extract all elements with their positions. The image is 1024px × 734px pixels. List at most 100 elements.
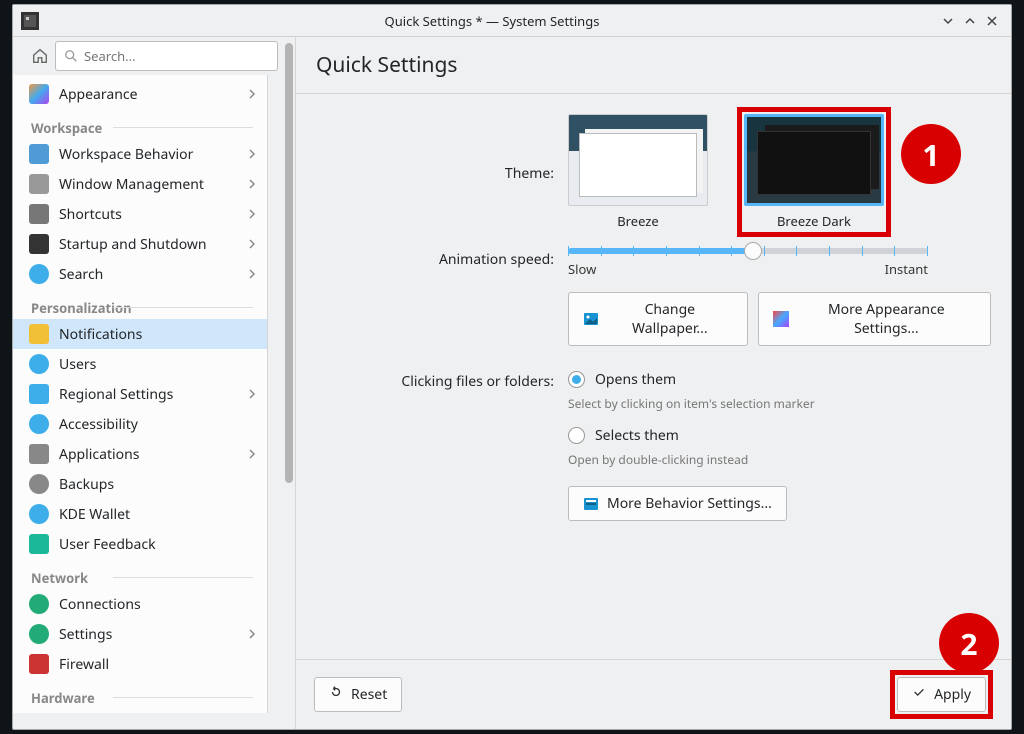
feedback-icon (29, 534, 49, 554)
home-icon[interactable] (31, 46, 49, 66)
chevron-right-icon (247, 626, 257, 643)
regional-icon (29, 384, 49, 404)
sidebar-item-label: User Feedback (59, 535, 257, 554)
radio-selects-label: Selects them (595, 426, 679, 445)
sidebar-item-applications[interactable]: Applications (13, 439, 267, 469)
sidebar-item-shortcuts[interactable]: Shortcuts (13, 199, 267, 229)
sidebar-item-appearance[interactable]: Appearance (13, 79, 267, 109)
sidebar-item-firewall[interactable]: Firewall (13, 649, 267, 679)
sidebar-item-label: Backups (59, 475, 257, 494)
minimize-button[interactable] (937, 10, 959, 32)
theme-breeze-thumb[interactable] (568, 114, 708, 206)
more-appearance-button[interactable]: More Appearance Settings... (758, 292, 991, 346)
radio-opens-input[interactable] (568, 371, 585, 388)
search-input[interactable] (55, 41, 278, 71)
sidebar-item-user-feedback[interactable]: User Feedback (13, 529, 267, 559)
scrollbar-thumb[interactable] (285, 43, 293, 483)
search-field[interactable] (84, 47, 269, 65)
firewall-icon (29, 654, 49, 674)
chevron-right-icon (247, 206, 257, 223)
callout-1: 1 (901, 124, 961, 184)
slider-thumb[interactable] (744, 242, 762, 260)
maximize-button[interactable] (959, 10, 981, 32)
window-title: Quick Settings * — System Settings (47, 12, 937, 30)
radio-opens-hint: Select by clicking on item's selection m… (568, 393, 991, 422)
sidebar-item-label: Firewall (59, 655, 257, 674)
sidebar-item-notifications[interactable]: Notifications (13, 319, 267, 349)
reset-button[interactable]: Reset (314, 677, 402, 712)
chevron-right-icon (247, 176, 257, 193)
search-icon (29, 264, 49, 284)
window-app-icon (21, 12, 39, 30)
sidebar-item-regional-settings[interactable]: Regional Settings (13, 379, 267, 409)
radio-selects-hint: Open by double-clicking instead (568, 449, 991, 478)
slider-max-label: Instant (885, 260, 928, 278)
animation-label: Animation speed: (316, 244, 568, 269)
sidebar-item-label: Search (59, 265, 237, 284)
more-behavior-button[interactable]: More Behavior Settings... (568, 486, 787, 521)
sidebar-item-settings[interactable]: Settings (13, 619, 267, 649)
chevron-right-icon (247, 146, 257, 163)
sidebar-item-window-management[interactable]: Window Management (13, 169, 267, 199)
chevron-right-icon (247, 236, 257, 253)
slider-min-label: Slow (568, 260, 596, 278)
radio-selects[interactable]: Selects them (568, 422, 991, 449)
sidebar-item-label: Regional Settings (59, 385, 237, 404)
radio-opens-label: Opens them (595, 370, 676, 389)
startup-icon (29, 234, 49, 254)
sidebar-item-label: Workspace Behavior (59, 145, 237, 164)
theme-breeze-dark[interactable]: Breeze Dark (744, 114, 884, 230)
sidebar-item-workspace-behavior[interactable]: Workspace Behavior (13, 139, 267, 169)
chevron-right-icon (247, 446, 257, 463)
sidebar-item-connections[interactable]: Connections (13, 589, 267, 619)
change-wallpaper-button[interactable]: Change Wallpaper... (568, 292, 748, 346)
sidebar-item-label: Startup and Shutdown (59, 235, 237, 254)
sidebar-item-startup-and-shutdown[interactable]: Startup and Shutdown (13, 229, 267, 259)
sidebar-item-label: KDE Wallet (59, 505, 257, 524)
sidebar-item-search[interactable]: Search (13, 259, 267, 289)
notif-icon (29, 324, 49, 344)
appearance-icon (29, 84, 49, 104)
sidebar-item-label: Connections (59, 595, 257, 614)
radio-selects-input[interactable] (568, 427, 585, 444)
sidebar-section-personalization: Personalization (13, 289, 267, 319)
theme-label: Theme: (316, 114, 568, 183)
animation-slider[interactable]: Slow Instant (568, 244, 991, 278)
theme-breeze-label: Breeze (568, 212, 708, 230)
sidebar: Appearance Workspace Workspace Behavior Win… (13, 75, 268, 713)
appearance-icon (773, 311, 789, 327)
page-header: Quick Settings (296, 37, 1011, 94)
users-icon (29, 354, 49, 374)
sidebar-section-network: Network (13, 559, 267, 589)
backup-icon (29, 474, 49, 494)
workspace-icon (29, 144, 49, 164)
sidebar-item-label: Appearance (59, 85, 237, 104)
wallet-icon (29, 504, 49, 524)
callout-2: 2 (939, 613, 999, 673)
page-title: Quick Settings (316, 51, 991, 79)
clicking-label: Clicking files or folders: (316, 366, 568, 391)
theme-breeze-dark-thumb[interactable] (744, 114, 884, 206)
sidebar-item-label: Users (59, 355, 257, 374)
radio-opens[interactable]: Opens them (568, 366, 991, 393)
sidebar-scrollbar[interactable] (282, 37, 296, 729)
sidebar-item-users[interactable]: Users (13, 349, 267, 379)
chevron-right-icon (247, 386, 257, 403)
sidebar-item-label: Window Management (59, 175, 237, 194)
apply-button[interactable]: Apply (897, 677, 986, 712)
sidebar-item-label: Notifications (59, 325, 257, 344)
wallpaper-icon (583, 311, 599, 327)
sidebar-section-workspace: Workspace (13, 109, 267, 139)
sidebar-item-kde-wallet[interactable]: KDE Wallet (13, 499, 267, 529)
theme-breeze-dark-label: Breeze Dark (744, 212, 884, 230)
sidebar-item-backups[interactable]: Backups (13, 469, 267, 499)
close-button[interactable] (981, 10, 1003, 32)
apps-icon (29, 444, 49, 464)
sidebar-item-accessibility[interactable]: Accessibility (13, 409, 267, 439)
sidebar-section-hardware: Hardware (13, 679, 267, 709)
access-icon (29, 414, 49, 434)
undo-icon (329, 685, 343, 704)
theme-breeze[interactable]: Breeze (568, 114, 708, 230)
shortcut-icon (29, 204, 49, 224)
titlebar: Quick Settings * — System Settings (13, 5, 1011, 37)
